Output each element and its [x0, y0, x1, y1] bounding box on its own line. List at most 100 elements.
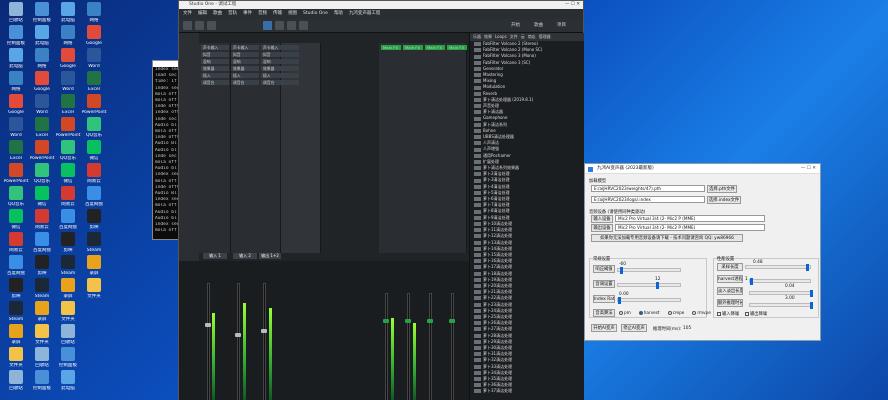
desktop-icon[interactable]: 回收站 [3, 370, 29, 400]
denoise-output-checkbox[interactable]: 输出降噪 [745, 311, 767, 317]
menu-item[interactable]: 传输 [273, 9, 282, 19]
studio-toolbar[interactable]: 开始 歌曲 项目 [179, 19, 583, 33]
fader-knob[interactable] [205, 323, 211, 327]
voice-changer-dialog[interactable]: 九鸿AI变声器 (2023最新版) — ☐ ✕ 加载模型 E:/aiJHRVC2… [584, 163, 821, 341]
fx-channel-group[interactable] [379, 43, 467, 253]
select-pth-button[interactable]: 选择.pth文件 [707, 185, 737, 193]
send-slot[interactable]: 混响 [201, 59, 229, 64]
send-slot[interactable]: 声卡输入 [261, 45, 299, 50]
range-tool-icon[interactable] [275, 21, 284, 30]
select-index-button[interactable]: 选择.index文件 [707, 196, 741, 204]
send-slot[interactable]: 混响 [231, 59, 259, 64]
send-slot[interactable]: 插入 [261, 73, 299, 78]
index-path-field[interactable]: E:/aiJHRVC2023/logs/.index [591, 196, 705, 203]
browser-item[interactable]: 萝卜37清洁处理 [470, 388, 584, 394]
cmd-window[interactable]: index sec load sec time: 1f index sec mola o… [152, 60, 180, 240]
browser-panel[interactable]: 乐器 效果 Loops 文件云商店 管理器 FabFilter Volcano 2 (S… [469, 33, 584, 400]
dialog-titlebar[interactable]: 九鸿AI变声器 (2023最新版) — ☐ ✕ [585, 164, 820, 174]
pitch-slider[interactable] [617, 282, 681, 289]
output-device-select[interactable]: Mic2 Pro Virtual 3/4 (2- Mic2 P (MME) [615, 224, 765, 231]
send-slot[interactable]: 效果器 [261, 66, 299, 71]
pitch-algo-options[interactable]: pm harvest crepe rmvpe [619, 310, 719, 315]
studio-titlebar[interactable]: Studio One - 调试工程 — ☐ ✕ [179, 1, 583, 9]
mute-button[interactable] [449, 319, 455, 323]
sample-length-slider[interactable] [745, 264, 811, 271]
window-controls[interactable]: — ☐ ✕ [801, 164, 816, 174]
mute-button[interactable] [427, 319, 433, 323]
browser-tab[interactable]: Loops [495, 33, 507, 41]
input-device-select[interactable]: Mic2 Pro Virtual 3/4 (2- Mic2 P (MME) [615, 215, 765, 222]
volume-fader[interactable] [451, 293, 454, 400]
response-slider[interactable] [617, 267, 681, 274]
browser-tab[interactable]: 效果 [484, 33, 492, 41]
browser-list[interactable]: FabFilter Volcano 2 (Stereo) FabFilter Vo… [470, 41, 584, 395]
fade-length-slider[interactable] [749, 290, 813, 297]
volume-fader[interactable] [385, 293, 388, 400]
send-slot[interactable]: 插入 [201, 73, 229, 78]
paint-tool-icon[interactable] [299, 21, 308, 30]
send-slot[interactable]: 插入 [231, 73, 259, 78]
tab-song[interactable]: 歌曲 [534, 22, 543, 28]
desktop-icon[interactable]: 控制面板 [29, 370, 55, 400]
algo-radio-rmvpe[interactable]: rmvpe [692, 310, 711, 315]
volume-fader[interactable] [207, 283, 210, 400]
volume-fader[interactable] [429, 293, 432, 400]
send-slot[interactable]: 调音台 [201, 80, 229, 85]
tab-start[interactable]: 开始 [511, 22, 520, 28]
menu-item[interactable]: 视图 [288, 9, 297, 19]
stop-voice-button[interactable]: 停止AI变声 [621, 324, 647, 332]
menu-item[interactable]: 音轨 [228, 9, 237, 19]
eraser-tool-icon[interactable] [207, 21, 216, 30]
pth-path-field[interactable]: E:/aiJHRVC2023/weights/47).pth [591, 185, 705, 192]
browser-tab[interactable]: 云 [521, 33, 525, 41]
algo-radio-harvest[interactable]: harvest [638, 310, 660, 315]
window-controls[interactable]: — ☐ ✕ [565, 1, 580, 9]
send-slot[interactable]: 声卡输入 [231, 45, 259, 50]
browser-tab[interactable]: 乐器 [473, 33, 481, 41]
studio-one-window[interactable]: Studio One - 调试工程 — ☐ ✕ 文件 编辑 歌曲 音轨 事件 音频 传输 视图… [178, 0, 584, 400]
fader-knob[interactable] [261, 329, 267, 333]
mute-button[interactable] [383, 319, 389, 323]
volume-fader[interactable] [407, 293, 410, 400]
denoise-input-checkbox[interactable]: 输入降噪 [717, 311, 739, 317]
menu-item[interactable]: 事件 [243, 9, 252, 19]
desktop-icon[interactable]: 此电脑 [55, 370, 81, 400]
menu-item[interactable]: 文件 [183, 9, 192, 19]
send-slot[interactable]: 拟音 [261, 52, 299, 57]
menu-item[interactable]: 编辑 [198, 9, 207, 19]
fader-knob[interactable] [235, 333, 241, 337]
send-slot[interactable]: 调音台 [231, 80, 259, 85]
arrow-tool-icon[interactable] [183, 21, 192, 30]
send-slot[interactable]: 拟音 [231, 52, 259, 57]
menu-item[interactable]: 九鸿变声器工程 [349, 9, 381, 19]
browser-tab[interactable]: 管理器 [539, 33, 551, 41]
extra-time-slider[interactable] [749, 302, 813, 309]
volume-fader[interactable] [263, 283, 266, 400]
start-voice-button[interactable]: 开始AI变声 [591, 324, 617, 332]
send-slot[interactable]: 调音台 [261, 80, 299, 85]
send-slot[interactable]: 混响 [261, 59, 299, 64]
send-slot[interactable]: 效果器 [201, 66, 229, 71]
split-tool-icon[interactable] [287, 21, 296, 30]
send-slot[interactable]: 拟音 [201, 52, 229, 57]
send-slot[interactable]: 声卡输入 [201, 45, 229, 50]
algo-radio-crepe[interactable]: crepe [667, 310, 684, 315]
volume-fader[interactable] [237, 283, 240, 400]
browser-tabs[interactable]: 乐器 效果 Loops 文件云商店 管理器 [470, 33, 584, 41]
harvest-slider[interactable] [749, 278, 811, 285]
menu-item[interactable]: 音频 [258, 9, 267, 19]
studio-menubar[interactable]: 文件 编辑 歌曲 音轨 事件 音频 传输 视图 Studio One 帮助 九鸿变声器工程 [179, 9, 583, 19]
menu-item[interactable]: 歌曲 [213, 9, 222, 19]
mute-button[interactable] [405, 319, 411, 323]
pencil-tool-icon[interactable] [195, 21, 204, 30]
desktop-icon[interactable]: 文件夹 [81, 278, 107, 308]
browser-tab[interactable]: 文件 [510, 33, 518, 41]
index-rate-slider[interactable] [617, 297, 681, 304]
tab-project[interactable]: 项目 [557, 22, 566, 28]
menu-item[interactable]: 帮助 [334, 9, 343, 19]
browser-tab[interactable]: 商店 [528, 33, 536, 41]
select-tool-icon[interactable] [263, 21, 272, 30]
menu-item[interactable]: Studio One [303, 9, 328, 19]
send-slot[interactable]: 效果器 [231, 66, 259, 71]
algo-radio-pm[interactable]: pm [619, 310, 631, 315]
